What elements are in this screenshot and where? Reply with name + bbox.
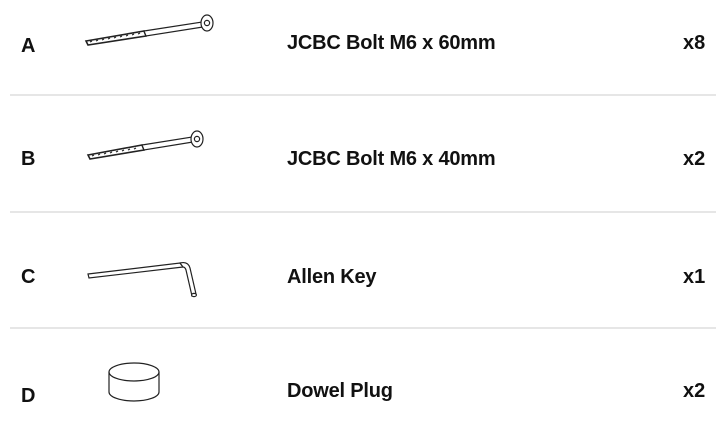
part-row-b: B JCBC Bolt M6 x 40mm x2 (0, 98, 716, 194)
part-quantity: x2 (683, 380, 706, 402)
part-name: JCBC Bolt M6 x 60mm (287, 32, 496, 54)
part-name: Allen Key (287, 266, 377, 288)
part-name: JCBC Bolt M6 x 40mm (287, 148, 496, 170)
bolt-short-icon (86, 130, 204, 160)
part-letter: A (21, 35, 36, 57)
row-divider (10, 211, 716, 213)
part-row-d: D Dowel Plug x2 (0, 330, 716, 426)
allen-key-icon (87, 261, 197, 298)
bolt-long-icon (84, 14, 214, 46)
part-quantity: x1 (683, 266, 706, 288)
part-name: Dowel Plug (287, 380, 393, 402)
row-divider (10, 94, 716, 96)
row-divider (10, 327, 716, 329)
part-quantity: x2 (683, 148, 706, 170)
part-letter: C (21, 266, 36, 288)
part-letter: D (21, 385, 36, 407)
part-row-a: A JCBC Bolt M6 x 60mm x8 (0, 0, 716, 96)
part-quantity: x8 (683, 32, 706, 54)
dowel-plug-icon (108, 362, 160, 402)
part-row-c: C Allen Key x1 (0, 214, 716, 310)
part-letter: B (21, 148, 36, 170)
